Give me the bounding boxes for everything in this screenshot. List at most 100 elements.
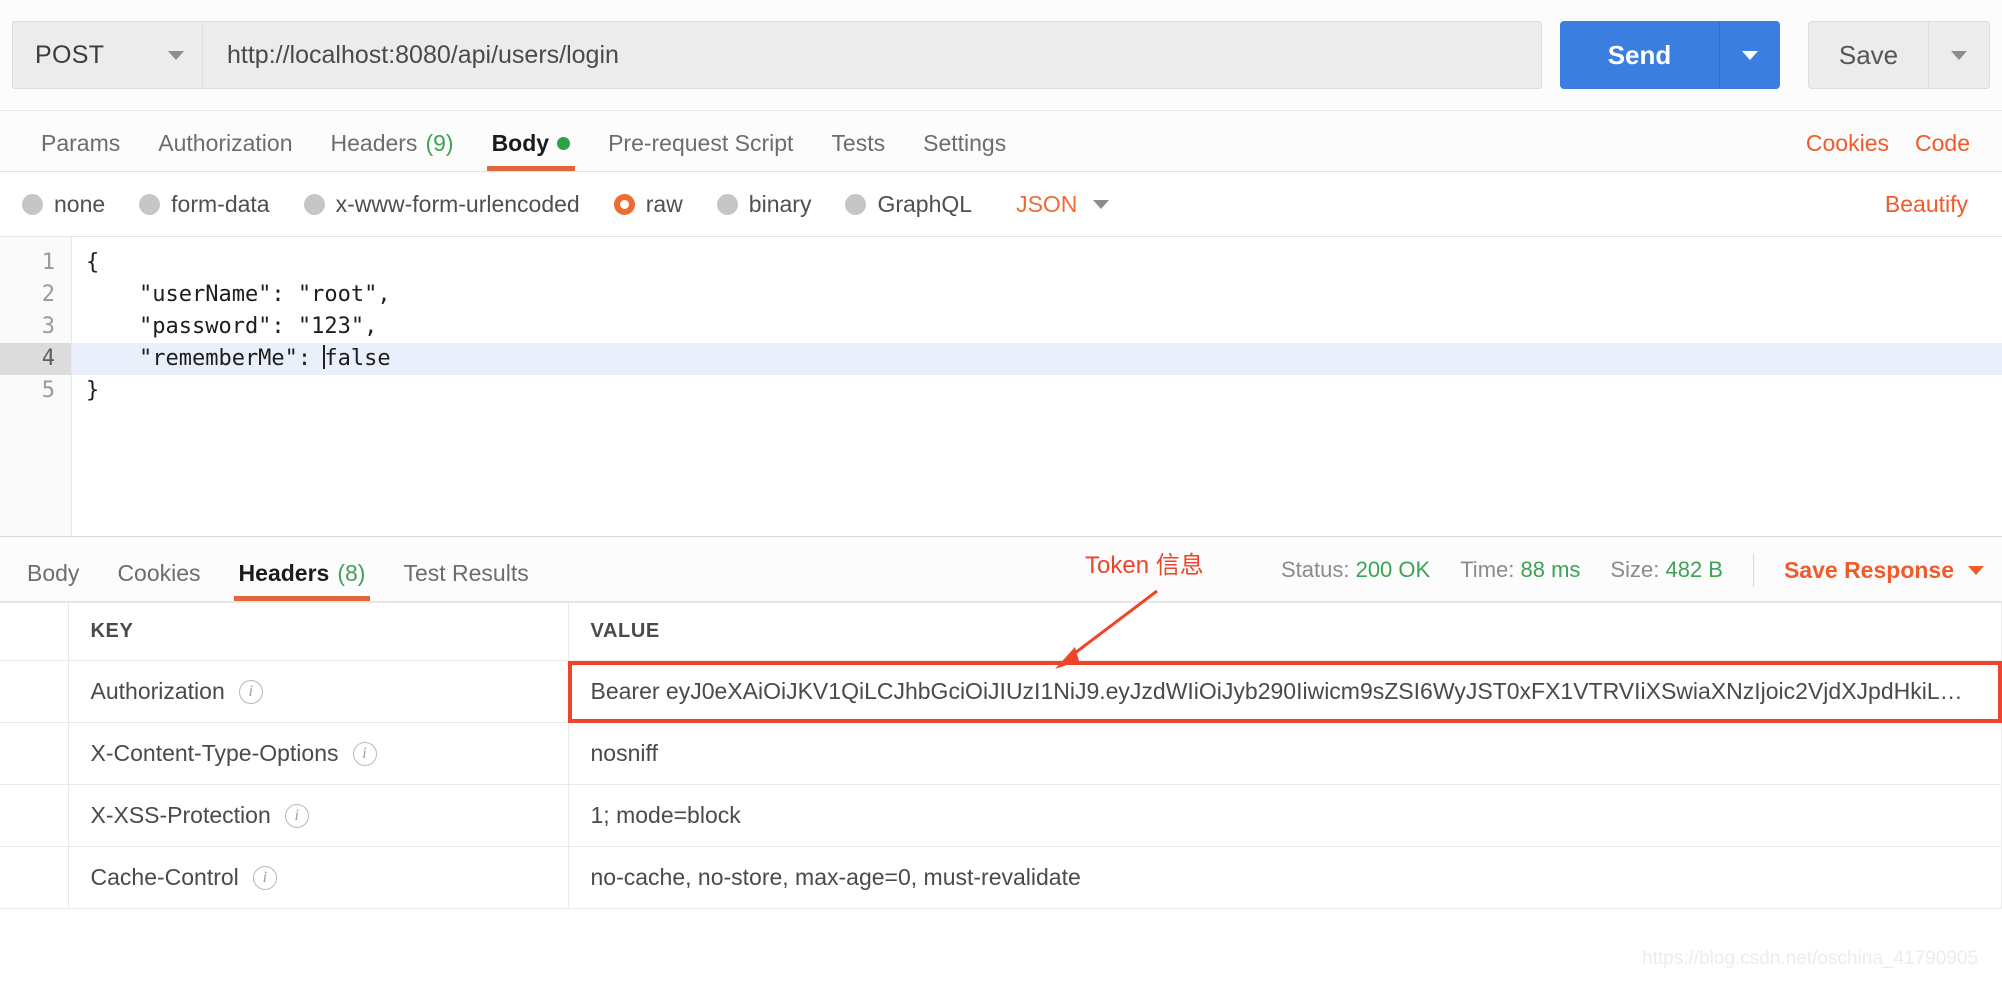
body-type-binary[interactable]: binary xyxy=(716,191,811,218)
tab-label: Tests xyxy=(831,130,886,156)
request-url-bar: POST http://localhost:8080/api/users/log… xyxy=(0,0,2002,110)
code-link[interactable]: Code xyxy=(1915,130,1970,157)
line-number: 5 xyxy=(41,378,55,403)
table-row: Cache-Control i no-cache, no-store, max-… xyxy=(0,846,2002,909)
send-button-group: Send xyxy=(1560,21,1780,89)
tab-label: Pre-request Script xyxy=(608,130,794,156)
info-icon[interactable]: i xyxy=(352,741,377,766)
code-area[interactable]: { "userName": "root", "password": "123",… xyxy=(72,237,2002,536)
header-value-cell: 1; mode=block xyxy=(567,784,2002,847)
body-format-select[interactable]: JSON xyxy=(1016,190,1110,218)
code-line: "userName": "root", xyxy=(86,282,391,307)
table-header-value: VALUE xyxy=(567,602,2002,661)
save-button[interactable]: Save xyxy=(1808,21,1928,89)
row-select-cell[interactable] xyxy=(0,784,69,847)
status-value: 200 OK xyxy=(1355,557,1431,582)
http-method-select[interactable]: POST xyxy=(12,21,202,89)
response-tab-headers[interactable]: Headers (8) xyxy=(220,560,385,601)
time-label: Time: xyxy=(1460,557,1515,582)
row-select-cell[interactable] xyxy=(0,846,69,909)
body-type-form-data[interactable]: form-data xyxy=(139,190,270,218)
info-icon[interactable]: i xyxy=(238,679,263,704)
body-format-label: JSON xyxy=(1016,190,1078,217)
header-value-cell-authorization[interactable]: Bearer eyJ0eXAiOiJKV1QiLCJhbGciOiJIUzI1N… xyxy=(567,660,2002,723)
line-number: 3 xyxy=(41,314,55,339)
line-number: 4 xyxy=(0,343,71,375)
tab-label: Body xyxy=(27,560,80,586)
radio-icon xyxy=(845,193,867,215)
tab-settings[interactable]: Settings xyxy=(904,130,1025,171)
tab-label: Cookies xyxy=(117,560,201,586)
save-response-label: Save Response xyxy=(1783,556,1954,583)
tab-label: Headers xyxy=(238,560,330,586)
row-select-cell[interactable] xyxy=(0,660,69,723)
tab-label: Headers xyxy=(330,130,418,156)
header-key-cell: X-XSS-Protection i xyxy=(67,784,569,847)
body-present-dot-icon xyxy=(557,137,571,150)
request-tab-actions: Cookies Code xyxy=(1806,130,1980,171)
watermark: https://blog.csdn.net/oschina_41790905 xyxy=(1642,948,1978,969)
status-label: Status: xyxy=(1280,557,1350,582)
tab-count: (9) xyxy=(425,130,454,156)
beautify-button[interactable]: Beautify xyxy=(1885,191,1980,218)
header-key-label: Authorization xyxy=(90,678,225,704)
header-value-label: 1; mode=block xyxy=(590,802,741,828)
info-icon[interactable]: i xyxy=(252,865,277,890)
response-meta: Status: 200 OK Time: 88 ms Size: 482 B S… xyxy=(1281,553,2002,601)
body-type-graphql[interactable]: GraphQL xyxy=(845,191,972,218)
chevron-down-icon xyxy=(1951,50,1967,60)
line-number: 2 xyxy=(41,282,55,307)
body-type-label: form-data xyxy=(171,190,270,217)
save-options-button[interactable] xyxy=(1928,21,1990,89)
tab-label: Settings xyxy=(923,130,1007,156)
radio-icon xyxy=(22,193,43,215)
header-key-cell: Authorization i xyxy=(67,660,569,723)
save-response-button[interactable]: Save Response xyxy=(1784,557,1984,584)
status-group: Status: 200 OK xyxy=(1281,557,1430,583)
time-group: Time: 88 ms xyxy=(1460,557,1580,583)
radio-selected-icon xyxy=(613,193,635,215)
size-label: Size: xyxy=(1610,557,1660,582)
time-value: 88 ms xyxy=(1520,557,1581,582)
chevron-down-icon xyxy=(1093,199,1110,209)
header-key-cell: X-Content-Type-Options i xyxy=(67,722,569,785)
chevron-down-icon xyxy=(1968,565,1984,575)
radio-icon xyxy=(303,193,325,215)
code-line: } xyxy=(86,378,100,403)
tab-params[interactable]: Params xyxy=(22,130,139,171)
tab-pre-request-script[interactable]: Pre-request Script xyxy=(589,130,812,171)
table-row: Authorization i Bearer eyJ0eXAiOiJKV1QiL… xyxy=(0,660,2002,723)
response-tab-body[interactable]: Body xyxy=(8,560,98,601)
body-type-label: raw xyxy=(645,190,683,217)
row-select-cell[interactable] xyxy=(0,722,69,785)
body-type-label: none xyxy=(54,190,106,217)
response-headers-table: KEY VALUE Authorization i Bearer eyJ0eXA… xyxy=(0,602,2002,909)
cookies-link[interactable]: Cookies xyxy=(1806,130,1889,157)
table-header-row: KEY VALUE xyxy=(0,602,2002,661)
body-type-raw[interactable]: raw xyxy=(613,190,683,218)
request-body-editor: 1 2 3 4 5 { "userName": "root", "passwor… xyxy=(0,236,2002,536)
radio-icon xyxy=(716,193,738,215)
tab-headers[interactable]: Headers (9) xyxy=(312,130,473,171)
size-group: Size: 482 B xyxy=(1610,557,1723,583)
url-input[interactable]: http://localhost:8080/api/users/login xyxy=(202,21,1542,89)
tab-authorization[interactable]: Authorization xyxy=(139,130,311,171)
response-tab-cookies[interactable]: Cookies xyxy=(98,560,219,601)
header-value-label: nosniff xyxy=(590,740,658,766)
info-icon[interactable]: i xyxy=(284,803,309,828)
header-value-cell: nosniff xyxy=(567,722,2002,785)
code-line: "password": "123", xyxy=(86,314,378,339)
body-type-x-www-form-urlencoded[interactable]: x-www-form-urlencoded xyxy=(303,191,580,218)
tab-body[interactable]: Body xyxy=(473,130,590,171)
body-type-none[interactable]: none xyxy=(22,191,105,218)
response-tab-test-results[interactable]: Test Results xyxy=(384,560,547,601)
body-type-selector: none form-data x-www-form-urlencoded raw… xyxy=(0,172,2002,236)
body-type-label: GraphQL xyxy=(877,190,973,217)
header-key-label: X-Content-Type-Options xyxy=(90,740,339,766)
send-options-button[interactable] xyxy=(1720,21,1780,89)
response-tab-bar: Body Cookies Headers (8) Test Results To… xyxy=(0,536,2002,669)
divider xyxy=(1752,553,1754,587)
header-value-cell: no-cache, no-store, max-age=0, must-reva… xyxy=(567,846,2002,909)
tab-tests[interactable]: Tests xyxy=(812,130,904,171)
send-button[interactable]: Send xyxy=(1560,21,1720,89)
